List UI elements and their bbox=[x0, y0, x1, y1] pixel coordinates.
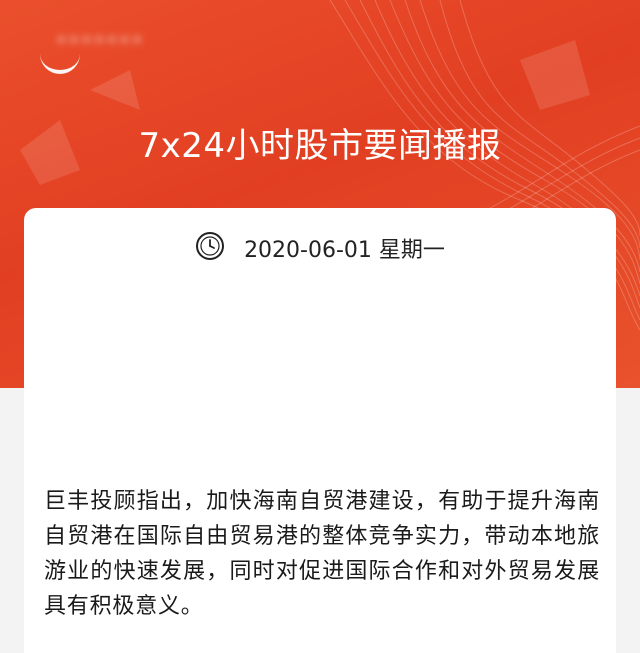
page-title: 7x24小时股市要闻播报 bbox=[138, 126, 502, 166]
news-card: 2020-06-01 星期一 巨丰投顾指出，加快海南自贸港建设，有助于提升海南自… bbox=[24, 208, 616, 653]
account-name-blurred: ••••••• bbox=[56, 30, 145, 51]
date-label: 2020-06-01 星期一 bbox=[244, 238, 445, 263]
screen: ••••••• 7x24小时股市要闻播报 2020-06-01 星期一 巨丰投顾… bbox=[0, 0, 640, 653]
news-content: 巨丰投顾指出，加快海南自贸港建设，有助于提升海南自贸港在国际自由贸易港的整体竞争… bbox=[44, 489, 600, 619]
date-row: 2020-06-01 星期一 bbox=[24, 232, 616, 264]
clock-icon bbox=[196, 232, 225, 260]
